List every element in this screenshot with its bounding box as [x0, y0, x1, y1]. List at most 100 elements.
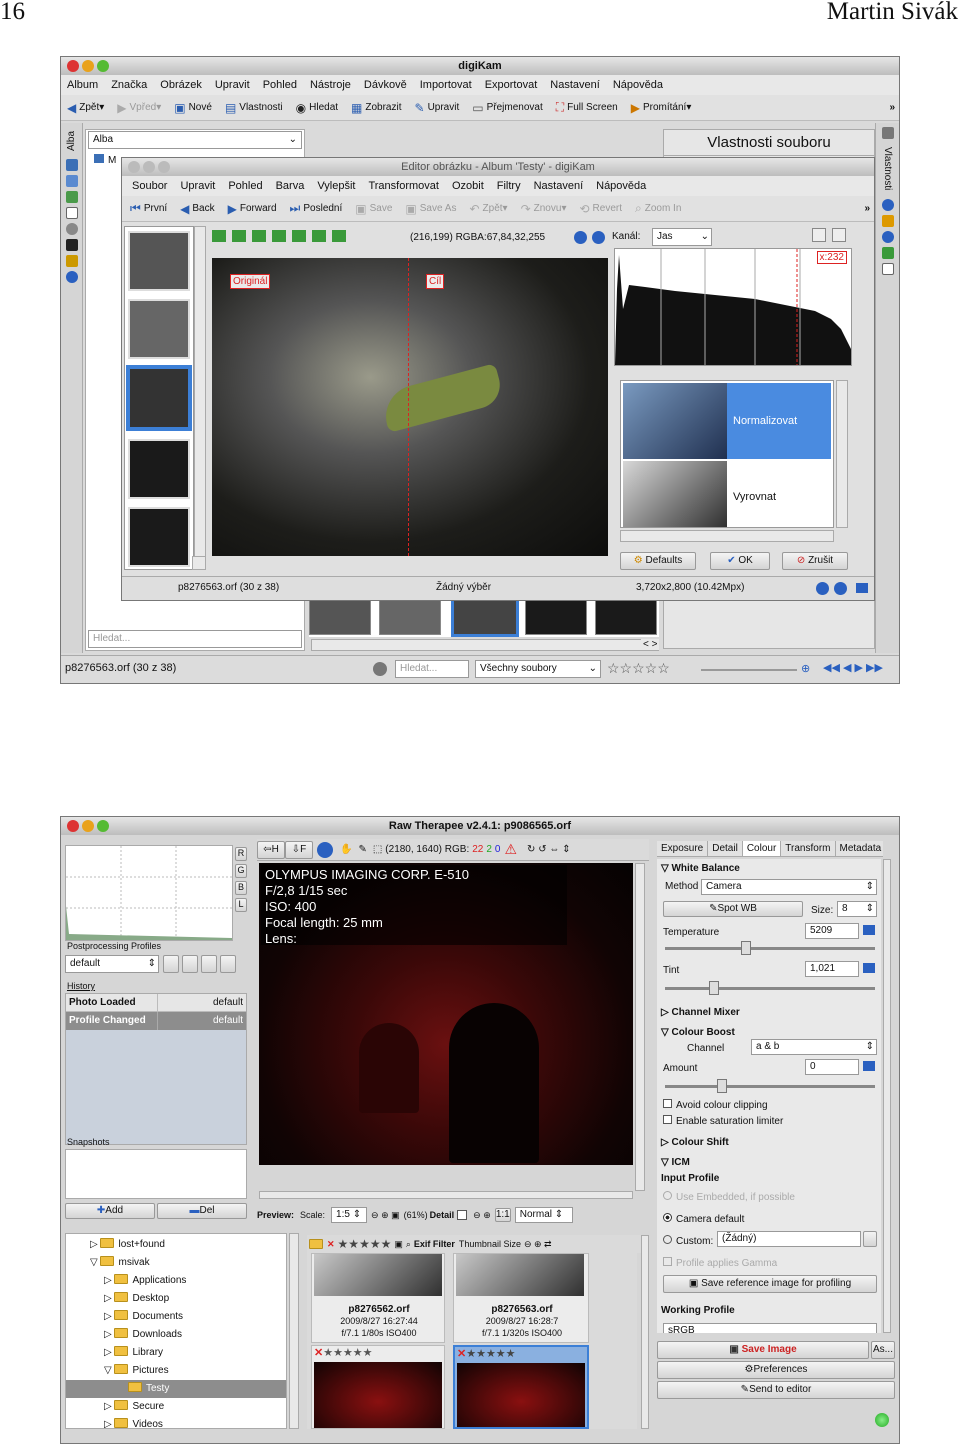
save-as-button[interactable]: As...: [871, 1341, 895, 1359]
file-thumbnail-selected[interactable]: ✕★★★★★: [453, 1345, 589, 1429]
file-thumbnail[interactable]: ✕★★★★★: [311, 1345, 445, 1429]
toggle-r[interactable]: R: [235, 847, 247, 861]
method-select[interactable]: Camera ⇕: [701, 879, 877, 895]
star-rating[interactable]: ★★★★★: [323, 1347, 372, 1359]
menu-help[interactable]: Nápověda: [596, 180, 646, 192]
tree-item[interactable]: ▷ Applications: [66, 1272, 286, 1290]
menu-filters[interactable]: Filtry: [497, 180, 521, 192]
menu-tools[interactable]: Nástroje: [310, 79, 351, 91]
preview-mode-icons[interactable]: [212, 230, 352, 244]
pencil-icon[interactable]: [881, 127, 894, 139]
paint-icon[interactable]: [881, 215, 894, 227]
save-profile-icon[interactable]: [182, 955, 198, 973]
tab-detail[interactable]: Detail: [708, 841, 743, 856]
add-snapshot-button[interactable]: ✚Add: [65, 1203, 155, 1219]
zoom-in-icon[interactable]: ⊕: [801, 662, 810, 675]
tab-colour[interactable]: Colour: [742, 841, 782, 856]
strip-nav[interactable]: < >: [641, 639, 660, 650]
preview-scrollbar[interactable]: [192, 556, 206, 570]
menu-image[interactable]: Obrázek: [160, 79, 202, 91]
redo-button[interactable]: ↷ Znovu ▾: [521, 202, 567, 216]
custom-profile-select[interactable]: (Žádný): [717, 1231, 861, 1247]
zoom-in-button[interactable]: ⌕ Zoom In: [635, 201, 681, 216]
thumbnail[interactable]: [128, 439, 190, 499]
maximize-icon[interactable]: [158, 161, 170, 173]
amount-input[interactable]: 0: [805, 1059, 859, 1075]
find-button[interactable]: ◉ Hledat: [296, 101, 338, 115]
rating-filter[interactable]: ☆☆☆☆☆: [607, 660, 670, 677]
checkbox[interactable]: [663, 1099, 672, 1108]
exif-filter-label[interactable]: Exif Filter: [414, 1239, 455, 1249]
menu-transform[interactable]: Transformovat: [368, 180, 439, 192]
copy-profile-icon[interactable]: [201, 955, 217, 973]
colour-shift-header[interactable]: ▷ Colour Shift: [661, 1137, 729, 1148]
icm-header[interactable]: ▽ ICM: [661, 1157, 690, 1168]
tab-properties[interactable]: Vlastnosti: [882, 143, 893, 195]
amount-slider[interactable]: [665, 1079, 875, 1093]
history-button[interactable]: ⇦H: [257, 840, 285, 859]
history-row[interactable]: Photo Loaded default: [66, 994, 246, 1012]
nav-icons[interactable]: ◀◀ ◀ ▶ ▶▶: [823, 661, 883, 674]
menu-batch[interactable]: Dávkově: [364, 79, 407, 91]
image-hscroll[interactable]: [259, 1191, 633, 1199]
tree-item-selected[interactable]: Testy: [66, 1380, 286, 1398]
tags-icon[interactable]: [65, 175, 78, 187]
calendar-icon[interactable]: [65, 191, 78, 203]
tree-item[interactable]: ▷ Downloads: [66, 1326, 286, 1344]
search-icon[interactable]: [65, 223, 78, 235]
albums-icon[interactable]: [65, 159, 78, 171]
colour-boost-header[interactable]: ▽ Colour Boost: [661, 1027, 735, 1038]
close-icon[interactable]: [67, 820, 79, 832]
menu-album[interactable]: Album: [67, 79, 98, 91]
preview-image[interactable]: Originál Cíl: [212, 258, 608, 556]
crop-icon[interactable]: ⬚: [373, 844, 382, 855]
menu-settings[interactable]: Nastavení: [550, 79, 600, 91]
one-to-one-button[interactable]: 1:1: [494, 1208, 511, 1222]
profile-buttons[interactable]: [163, 955, 236, 973]
presets-vscroll[interactable]: [836, 380, 848, 528]
info-icon[interactable]: [592, 231, 605, 244]
rename-button[interactable]: ▭ Přejmenovat: [472, 101, 542, 115]
strip-scrollbar[interactable]: [311, 639, 659, 651]
close-icon[interactable]: [67, 60, 79, 72]
detail-zoom-icons[interactable]: ⊖ ⊕: [473, 1210, 491, 1221]
undo-button[interactable]: ↶ Zpět ▾: [469, 202, 507, 216]
tree-item[interactable]: ▷ Secure: [66, 1398, 286, 1416]
menu-edit[interactable]: Upravit: [180, 180, 215, 192]
tree-item[interactable]: ▽ Pictures: [66, 1362, 286, 1380]
split-line[interactable]: [408, 258, 409, 556]
slider-handle[interactable]: [709, 981, 719, 995]
first-button[interactable]: ⏮ První: [130, 201, 167, 216]
use-embedded-option[interactable]: Use Embedded, if possible: [663, 1191, 795, 1203]
binoculars-icon[interactable]: [65, 239, 78, 251]
reset-icon[interactable]: [863, 925, 875, 935]
slider-handle[interactable]: [741, 941, 751, 955]
info-icon[interactable]: [816, 582, 829, 595]
tab-metadata[interactable]: Metadata: [836, 841, 884, 856]
channel-mixer-header[interactable]: ▷ Channel Mixer: [661, 1007, 740, 1018]
new-album-button[interactable]: ▣ Nové: [174, 101, 212, 115]
save-image-button[interactable]: ▣ Save Image: [657, 1341, 869, 1359]
thumbnail[interactable]: [128, 231, 190, 291]
tree-item[interactable]: ▷ Library: [66, 1344, 286, 1362]
color-picker-icon[interactable]: ✎: [358, 844, 366, 855]
thumbnail[interactable]: [525, 595, 587, 635]
slideshow-button[interactable]: ▶ Promítání ▾: [631, 101, 692, 115]
menu-file[interactable]: Soubor: [132, 180, 167, 192]
defaults-button[interactable]: ⚙ Defaults: [620, 552, 696, 570]
status-search-input[interactable]: Hledat...: [395, 660, 469, 678]
thumbnail-selected[interactable]: [126, 365, 192, 431]
white-balance-header[interactable]: ▽ White Balance: [661, 863, 740, 874]
history-row-selected[interactable]: Profile Changed default: [66, 1012, 246, 1030]
menu-tag[interactable]: Značka: [111, 79, 147, 91]
tree-item[interactable]: ▷ Desktop: [66, 1290, 286, 1308]
browser-vscroll[interactable]: [641, 1235, 649, 1429]
tree-item[interactable]: ▷ Videos: [66, 1416, 286, 1428]
slider-handle[interactable]: [717, 1079, 727, 1093]
linear-scale-icon[interactable]: [812, 228, 826, 242]
view-button[interactable]: ▦ Zobrazit: [351, 101, 401, 115]
preset-item-equalize[interactable]: Vyrovnat: [623, 461, 831, 527]
menu-view[interactable]: Pohled: [263, 79, 297, 91]
tab-exposure[interactable]: Exposure: [657, 841, 709, 856]
pin-icon[interactable]: [65, 255, 78, 267]
